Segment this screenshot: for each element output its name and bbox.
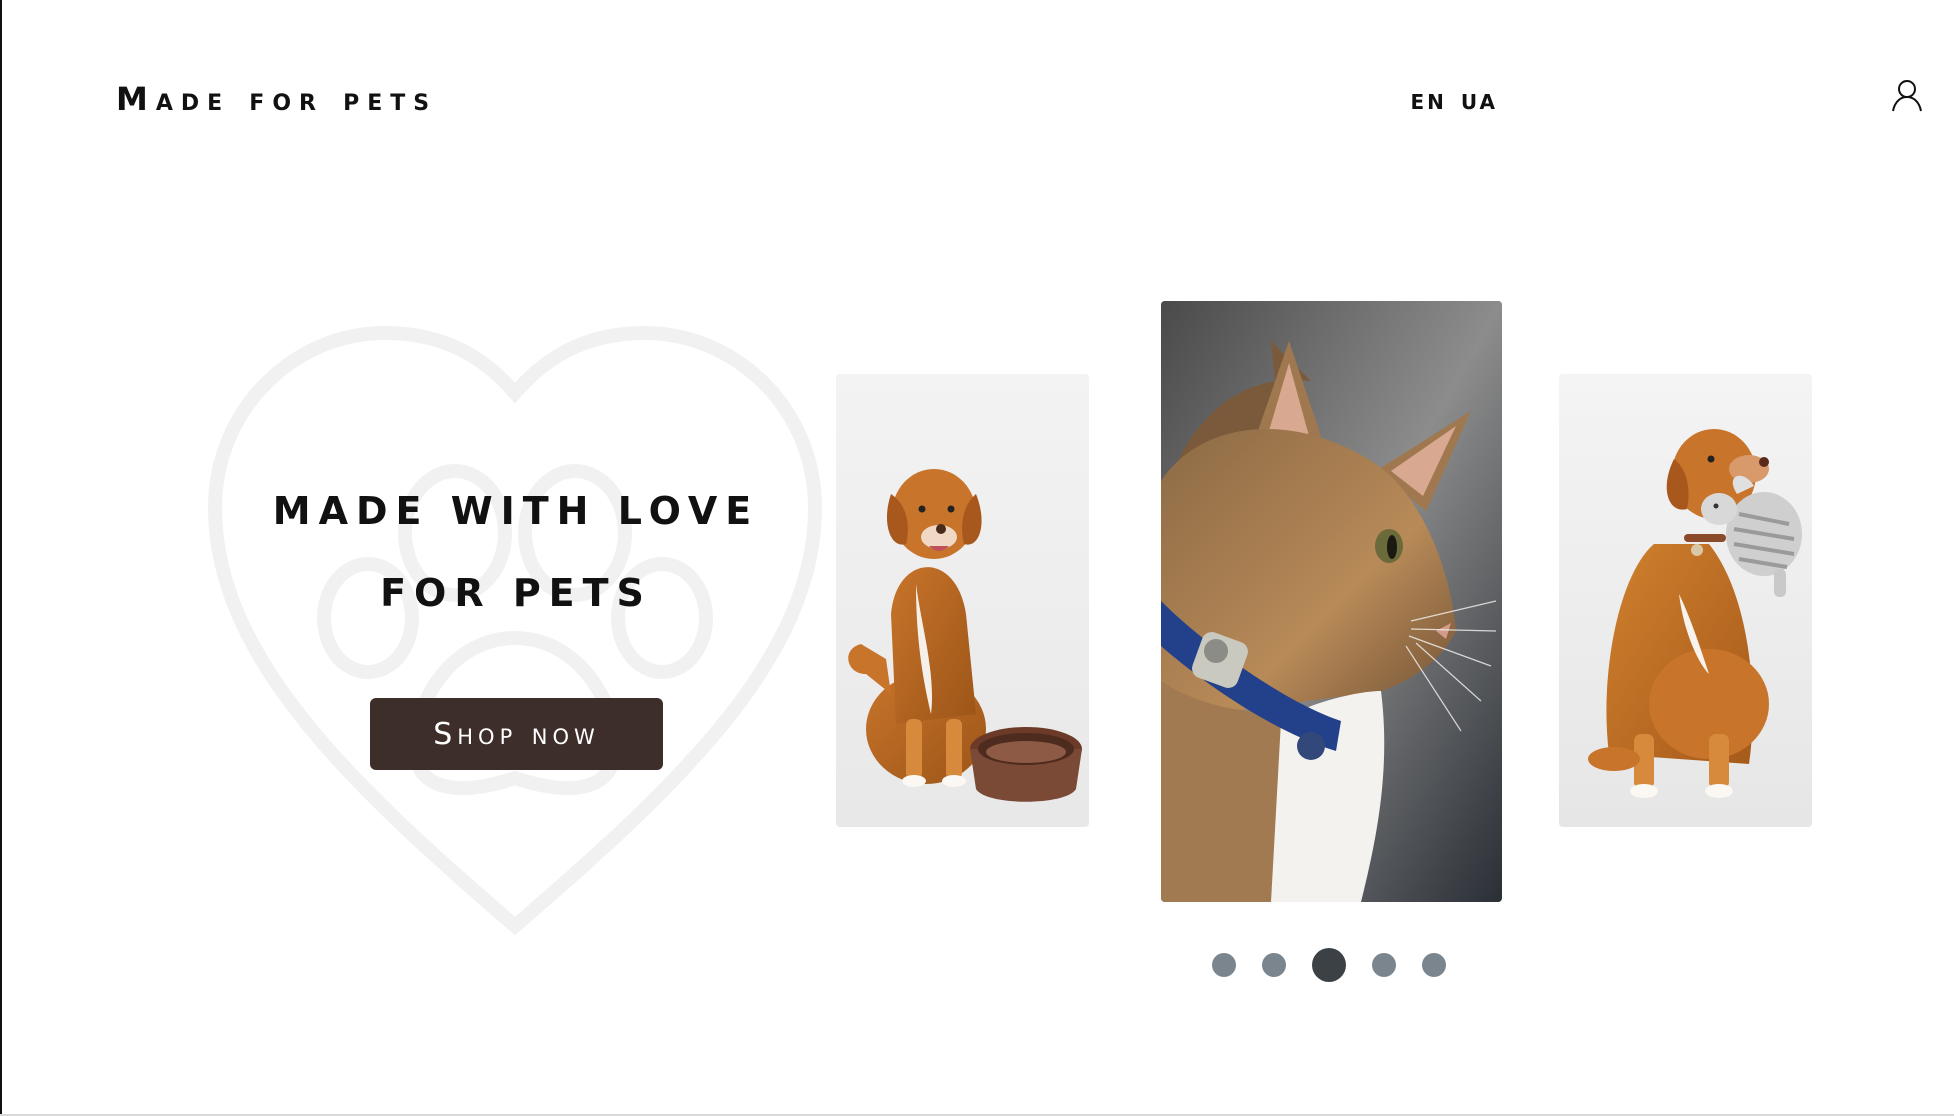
hero-title-line-1: MADE WITH LOVE (272, 489, 760, 533)
carousel-slide-dog-with-toy[interactable] (1559, 374, 1812, 827)
user-icon[interactable] (1890, 78, 1924, 112)
carousel-slide-dog-with-bowl[interactable] (836, 374, 1089, 827)
carousel-dot-4[interactable] (1372, 953, 1396, 977)
hero-title: MADE WITH LOVE FOR PETS (216, 470, 816, 634)
carousel-dot-5[interactable] (1422, 953, 1446, 977)
carousel-dot-3-active[interactable] (1312, 948, 1346, 982)
shop-now-button[interactable]: Shop now (370, 698, 663, 770)
carousel-slide-cat-with-collar[interactable] (1161, 301, 1502, 902)
carousel-pagination (1212, 948, 1446, 982)
language-ua[interactable]: UA (1461, 90, 1498, 114)
language-switcher: EN UA (1410, 90, 1498, 114)
page-left-border (0, 0, 2, 1116)
language-en[interactable]: EN (1410, 90, 1446, 114)
hero-title-line-2: FOR PETS (380, 571, 652, 615)
carousel-dot-1[interactable] (1212, 953, 1236, 977)
site-logo[interactable]: Made for pets (116, 80, 437, 118)
carousel-dot-2[interactable] (1262, 953, 1286, 977)
